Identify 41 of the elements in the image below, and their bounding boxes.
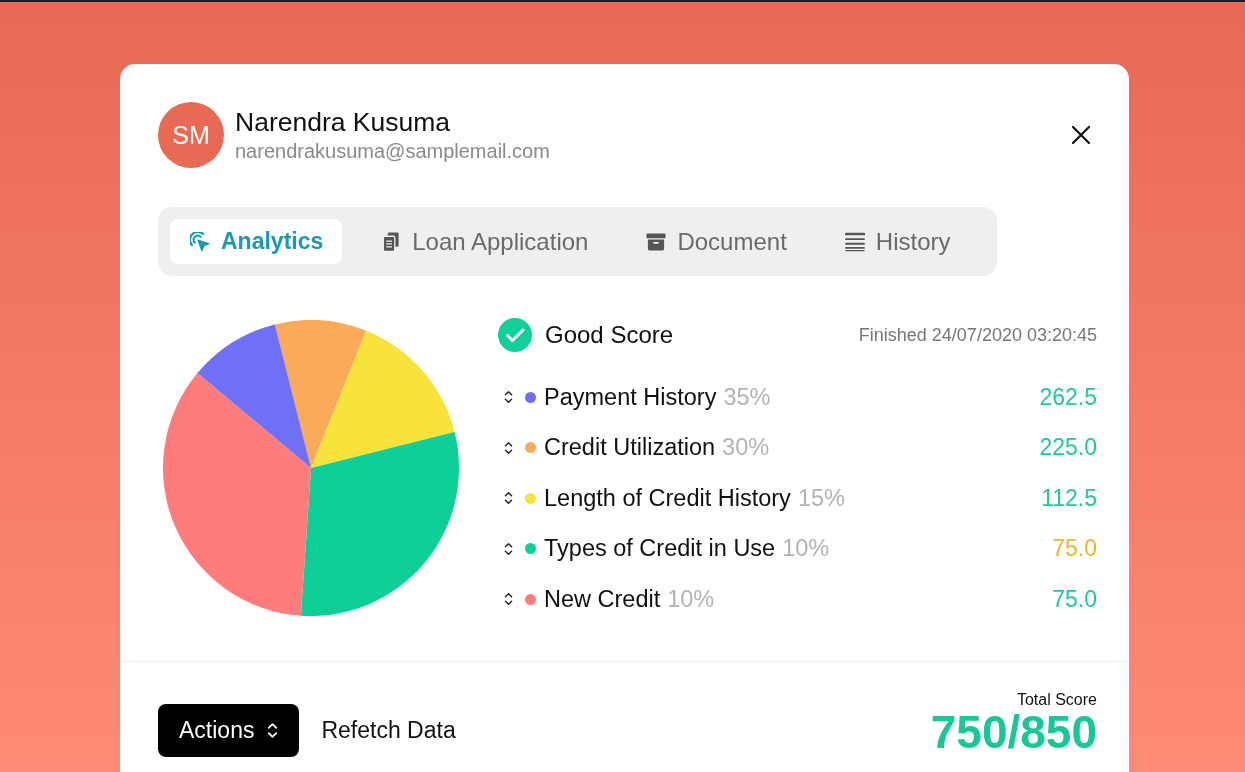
factor-weight: 10% xyxy=(667,585,715,613)
factor-weight: 35% xyxy=(723,383,771,411)
factor-weight: 10% xyxy=(782,535,830,563)
factor-score: 225.0 xyxy=(1039,434,1097,462)
list-icon xyxy=(844,231,865,252)
chevron-up-down-icon xyxy=(504,491,513,506)
check-circle-icon xyxy=(498,318,532,352)
factor-score: 262.5 xyxy=(1039,383,1097,411)
tab[interactable]: Loan Application xyxy=(361,219,608,264)
factor-score: 75.0 xyxy=(1052,585,1097,613)
factor-label: Types of Credit in Use xyxy=(544,535,776,563)
factor-label: New Credit xyxy=(544,585,661,613)
factor-weight: 30% xyxy=(722,434,770,462)
actions-button[interactable]: Actions xyxy=(158,703,300,757)
factor-label: Payment History xyxy=(544,383,717,411)
avatar: SM xyxy=(158,102,224,168)
archive-box-icon xyxy=(646,231,667,252)
factor-score: 75.0 xyxy=(1052,535,1097,563)
chevron-up-down-icon xyxy=(504,390,513,405)
tab[interactable]: Analytics xyxy=(170,219,343,264)
total-score-value: 750/850 xyxy=(930,709,1097,754)
cursor-click-icon xyxy=(190,231,210,252)
refetch-button[interactable]: Refetch Data xyxy=(321,703,456,757)
total-score-label: Total Score xyxy=(1016,691,1097,708)
user-name: Narendra Kusuma xyxy=(235,107,452,137)
factor-score: 112.5 xyxy=(1041,484,1097,512)
close-button[interactable] xyxy=(1071,125,1091,145)
tab[interactable]: History xyxy=(824,219,970,264)
chevron-up-down-icon xyxy=(504,541,513,556)
user-email: narendrakusuma@samplemail.com xyxy=(235,139,550,163)
documents-icon xyxy=(381,231,402,252)
factor-weight: 15% xyxy=(797,484,845,512)
score-status: Good Score xyxy=(545,321,674,349)
finished-time: Finished 24/07/2020 03:20:45 xyxy=(858,324,1097,346)
chevron-up-down-icon xyxy=(504,592,513,607)
factor-label: Credit Utilization xyxy=(544,434,716,462)
close-icon xyxy=(1071,125,1091,145)
factor-label: Length of Credit History xyxy=(544,484,791,512)
chevron-up-down-icon xyxy=(504,440,513,455)
tab[interactable]: Document xyxy=(626,219,806,264)
chevron-up-down-icon xyxy=(267,721,279,739)
